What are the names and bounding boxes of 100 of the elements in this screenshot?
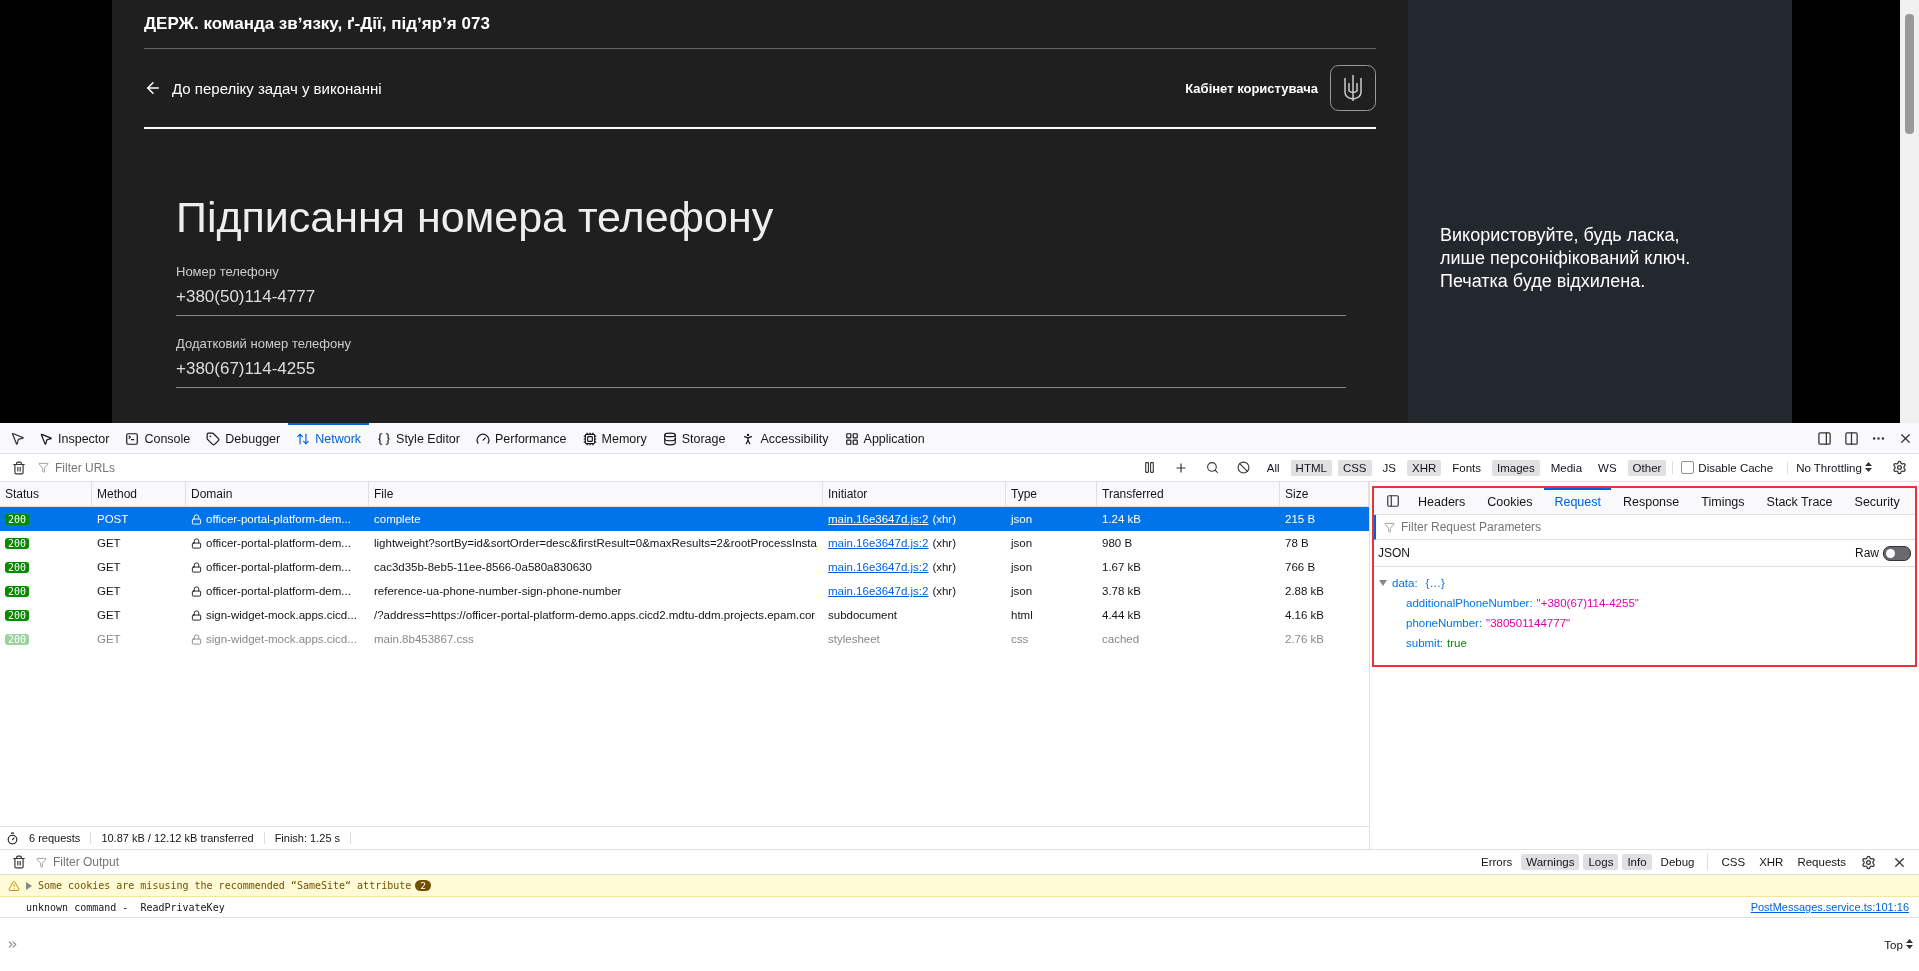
type-filter-button[interactable]: Other — [1627, 459, 1667, 476]
type-filter-button[interactable]: All — [1261, 459, 1285, 476]
status-badge: 200 — [5, 585, 30, 597]
log-level-button[interactable]: Warnings — [1521, 854, 1580, 870]
log-type-button[interactable]: Requests — [1792, 854, 1851, 870]
column-header[interactable]: Transferred — [1097, 482, 1280, 507]
filter-icon — [38, 462, 49, 473]
json-key: data: — [1392, 573, 1418, 593]
field-label: Додатковий номер телефону — [176, 336, 352, 351]
phone-input-field[interactable]: +380(50)114-4777 — [176, 285, 1346, 316]
details-tab[interactable]: Response — [1613, 488, 1690, 514]
initiator-link[interactable]: main.16e3647d.js:2 — [828, 513, 929, 525]
arrows-icon — [296, 432, 311, 446]
devtools-tab[interactable]: Network — [288, 423, 370, 453]
column-header[interactable]: Domain — [186, 482, 369, 507]
expand-triangle-icon[interactable] — [24, 880, 34, 891]
type-filter-button[interactable]: Fonts — [1447, 459, 1486, 476]
details-tab[interactable]: Headers — [1408, 488, 1476, 514]
warning-icon — [8, 879, 20, 892]
log-level-button[interactable]: Info — [1622, 854, 1652, 870]
tag-icon — [206, 432, 221, 446]
details-tab[interactable]: Request — [1544, 488, 1611, 514]
devtools-tab[interactable]: Style Editor — [369, 423, 468, 453]
log-level-button[interactable]: Logs — [1583, 854, 1619, 870]
devtools-tab[interactable]: Application — [836, 423, 933, 453]
table-cell: 1.24 kB — [1102, 513, 1141, 525]
json-key: submit: — [1406, 637, 1444, 649]
grid-icon — [844, 432, 859, 446]
gauge-icon — [475, 432, 490, 446]
lock-icon — [191, 585, 202, 597]
phone-input-field[interactable]: +380(67)114-4255 — [176, 357, 1346, 388]
page-heading: Підписання номера телефону — [176, 193, 775, 242]
table-cell: GET — [97, 585, 121, 597]
details-tab[interactable]: Timings — [1691, 488, 1755, 514]
type-filter-button[interactable]: XHR — [1406, 459, 1442, 476]
log-level-button[interactable]: Debug — [1655, 854, 1700, 870]
table-cell: cached — [1102, 633, 1140, 645]
key-usage-note: Використовуйте, будь ласка, лише персоніфікований ключ. Печатка буде відхилена. — [1440, 224, 1692, 293]
details-tab[interactable]: Stack Trace — [1756, 488, 1843, 514]
devtools-tab[interactable]: Debugger — [198, 423, 289, 453]
devtools-tab[interactable]: Performance — [467, 423, 575, 453]
status-badge: 200 — [5, 633, 30, 645]
log-level-button[interactable]: Errors — [1476, 854, 1518, 870]
type-filter-button[interactable]: Media — [1545, 459, 1588, 476]
back-link[interactable]: До переліку задач у виконанні — [144, 79, 382, 97]
expand-triangle-icon[interactable] — [1378, 578, 1388, 588]
table-cell: POST — [97, 513, 129, 525]
table-cell: subdocument — [828, 609, 898, 621]
terminal-icon — [125, 432, 140, 446]
initiator-link[interactable]: main.16e3647d.js:2 — [828, 537, 929, 549]
column-header[interactable]: Initiator — [823, 482, 1006, 507]
table-cell: sign-widget-mock.apps.cicd... — [206, 609, 357, 621]
type-filter-button[interactable]: CSS — [1337, 459, 1372, 476]
details-tab[interactable]: Security — [1844, 488, 1910, 514]
table-cell: 980 B — [1102, 537, 1133, 549]
warning-message: Some cookies are misusing the recommended “SameSite“ attribute — [38, 880, 412, 891]
devtools-tab[interactable]: Memory — [574, 423, 655, 453]
type-filter-button[interactable]: Images — [1492, 459, 1540, 476]
raw-label: Raw — [1855, 546, 1879, 560]
devtools-tab[interactable]: Storage — [654, 423, 734, 453]
table-cell: json — [1011, 513, 1033, 525]
database-icon — [662, 432, 677, 446]
throttling-select[interactable]: No Throttling — [1787, 461, 1880, 474]
user-cabinet-link[interactable]: Кабінет користувача — [1185, 80, 1318, 96]
log-type-button[interactable]: XHR — [1754, 854, 1789, 870]
log-type-button[interactable]: CSS — [1716, 854, 1751, 870]
console-prompt-icon[interactable] — [6, 938, 19, 951]
table-cell: officer-portal-platform-dem... — [206, 513, 351, 525]
table-cell: html — [1011, 609, 1033, 621]
type-filter-button[interactable]: HTML — [1290, 459, 1332, 476]
scrollbar-thumb[interactable] — [1905, 14, 1914, 134]
table-cell: (xhr) — [932, 585, 957, 597]
table-cell: stylesheet — [828, 633, 880, 645]
column-header[interactable]: File — [369, 482, 823, 507]
filter-icon — [1384, 521, 1395, 533]
disable-cache-checkbox[interactable]: Disable Cache — [1672, 461, 1782, 474]
table-cell: 4.44 kB — [1102, 609, 1141, 621]
type-filter-button[interactable]: JS — [1377, 459, 1401, 476]
json-value: true — [1447, 637, 1467, 649]
trident-emblem-icon[interactable] — [1330, 65, 1376, 111]
details-tab[interactable]: Cookies — [1477, 488, 1543, 514]
devtools-tab[interactable]: Accessibility — [733, 423, 837, 453]
type-filter-button[interactable]: WS — [1593, 459, 1622, 476]
column-header[interactable]: Type — [1006, 482, 1097, 507]
table-cell: json — [1011, 585, 1033, 597]
raw-toggle[interactable] — [1883, 545, 1911, 561]
table-cell: officer-portal-platform-dem... — [206, 561, 351, 573]
json-key: additionalPhoneNumber: — [1406, 597, 1533, 609]
filter-icon — [36, 856, 47, 868]
table-cell: 766 B — [1285, 561, 1316, 573]
column-header[interactable]: Method — [92, 482, 186, 507]
devtools-tab[interactable]: Console — [117, 423, 199, 453]
status-badge: 200 — [5, 561, 30, 573]
initiator-link[interactable]: main.16e3647d.js:2 — [828, 561, 929, 573]
devtools-tab[interactable]: Inspector — [31, 423, 118, 453]
source-link[interactable]: PostMessages.service.ts:101:16 — [1750, 901, 1909, 913]
initiator-link[interactable]: main.16e3647d.js:2 — [828, 585, 929, 597]
column-header[interactable]: Status — [0, 482, 92, 507]
column-header[interactable]: Size — [1280, 482, 1369, 507]
context-select[interactable]: Top — [1884, 938, 1913, 951]
